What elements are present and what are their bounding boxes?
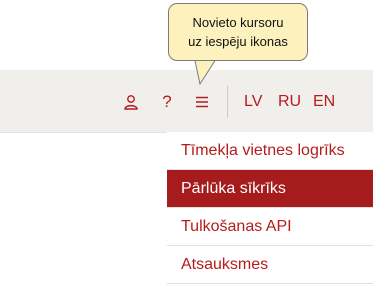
tooltip-line-2: uz iespēju ikonas	[188, 34, 288, 49]
tooltip-line-1: Novieto kursoru	[192, 15, 284, 30]
menu-item-feedback[interactable]: Atsauksmes	[167, 246, 373, 284]
help-glyph: ?	[162, 92, 172, 111]
help-icon[interactable]: ?	[155, 90, 179, 114]
menu-item-translation-api[interactable]: Tulkošanas API	[167, 208, 373, 246]
lang-lv-link[interactable]: LV	[244, 92, 262, 112]
user-icon[interactable]	[119, 90, 143, 114]
menu-item-website-widget[interactable]: Tīmekļa vietnes logrīks	[167, 132, 373, 170]
header-divider	[227, 86, 228, 118]
lang-en-link[interactable]: EN	[313, 92, 335, 112]
lang-ru-link[interactable]: RU	[278, 92, 301, 112]
menu-icon[interactable]	[190, 90, 214, 114]
menu-item-browser-extension[interactable]: Pārlūka sīkrīks	[167, 170, 373, 208]
dropdown-menu: Tīmekļa vietnes logrīks Pārlūka sīkrīks …	[167, 132, 373, 284]
tooltip: Novieto kursoru uz iespēju ikonas	[168, 3, 308, 61]
